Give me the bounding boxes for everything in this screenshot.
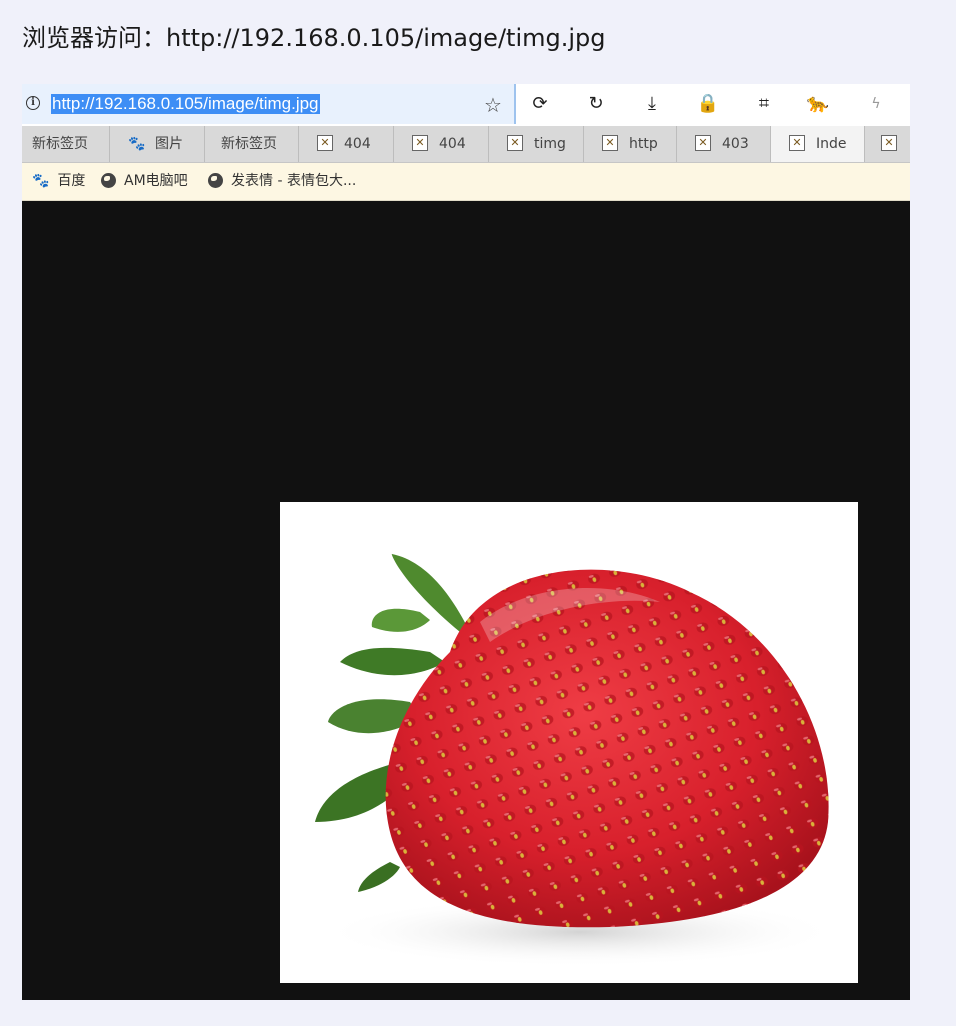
tab-404-2[interactable]: ✕ 404 [394, 126, 489, 162]
bookmark-label: 发表情 - 表情包大... [231, 173, 357, 189]
broken-image-icon: ✕ [602, 135, 618, 151]
broken-image-icon: ✕ [507, 135, 523, 151]
tab-404-1[interactable]: ✕ 404 [299, 126, 394, 162]
tab-overflow[interactable]: ✕ [865, 126, 910, 162]
tab-index[interactable]: ✕ Inde [771, 126, 865, 162]
globe-icon [101, 173, 116, 188]
browser-toolbar: i http://192.168.0.105/image/timg.jpg ☆ … [22, 84, 910, 127]
broken-image-icon: ✕ [881, 135, 897, 151]
tab-image[interactable]: 🐾 图片 [110, 126, 205, 162]
tab-label: Inde [816, 136, 847, 152]
broken-image-icon: ✕ [412, 135, 428, 151]
tab-new-1[interactable]: 新标签页 [22, 126, 110, 162]
tab-label: 新标签页 [32, 136, 88, 152]
download-icon[interactable]: ⤓ [640, 92, 664, 116]
bookmark-label: 百度 [57, 173, 86, 189]
broken-image-icon: ✕ [317, 135, 333, 151]
page-heading: 浏览器访问：http://192.168.0.105/image/timg.jp… [22, 24, 606, 52]
bookmarks-bar: 🐾 百度 AM电脑吧 发表情 - 表情包大... [22, 163, 910, 201]
tab-new-2[interactable]: 新标签页 [205, 126, 299, 162]
flash-icon[interactable]: ϟ [864, 92, 888, 116]
tab-http[interactable]: ✕ http [584, 126, 677, 162]
bookmark-label: AM电脑吧 [124, 173, 188, 189]
extension-icon[interactable]: 🐆 [806, 92, 830, 116]
strawberry-image [280, 502, 858, 983]
baidu-paw-icon: 🐾 [32, 173, 50, 189]
strawberry-graphic [315, 553, 840, 967]
refresh-icon[interactable]: ⟳ [528, 92, 552, 116]
bookmark-baidu[interactable]: 🐾 百度 [32, 163, 85, 200]
lock-icon[interactable]: 🔒 [696, 92, 720, 116]
tab-label: timg [534, 136, 566, 152]
broken-image-icon: ✕ [695, 135, 711, 151]
tab-strip: 新标签页 🐾 图片 新标签页 ✕ 404 ✕ 404 ✕ timg ✕ http… [22, 126, 910, 163]
tab-label: 404 [439, 136, 466, 152]
tab-label: 图片 [155, 136, 183, 152]
tab-label: http [629, 136, 658, 152]
tab-label: 404 [344, 136, 371, 152]
undo-icon[interactable]: ↻ [584, 92, 608, 116]
baidu-paw-icon: 🐾 [128, 136, 146, 152]
bookmark-am[interactable]: AM电脑吧 [101, 163, 188, 200]
broken-image-icon: ✕ [789, 135, 805, 151]
address-bar[interactable]: i http://192.168.0.105/image/timg.jpg ☆ [22, 84, 516, 124]
url-text[interactable]: http://192.168.0.105/image/timg.jpg [51, 94, 320, 114]
tab-label: 新标签页 [221, 136, 277, 152]
crop-icon[interactable]: ⌗ [752, 92, 776, 116]
tab-timg[interactable]: ✕ timg [489, 126, 584, 162]
star-icon[interactable]: ☆ [484, 93, 502, 117]
bookmark-emoji[interactable]: 发表情 - 表情包大... [208, 163, 356, 200]
globe-icon [208, 173, 223, 188]
info-icon[interactable]: i [26, 96, 40, 110]
tab-label: 403 [722, 136, 749, 152]
browser-window: i http://192.168.0.105/image/timg.jpg ☆ … [22, 84, 910, 1000]
tab-403[interactable]: ✕ 403 [677, 126, 771, 162]
